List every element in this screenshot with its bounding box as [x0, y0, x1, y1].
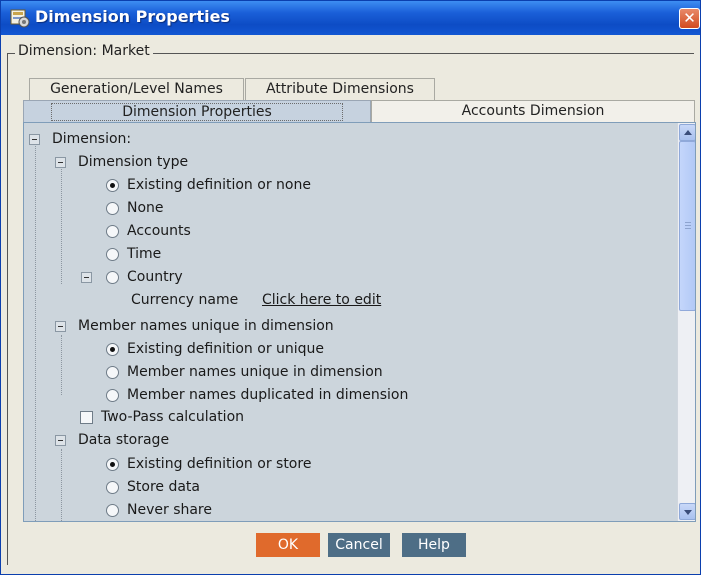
- tree-node-label: Dimension type: [78, 154, 189, 170]
- collapse-icon[interactable]: [55, 157, 66, 168]
- two-pass-checkbox[interactable]: [80, 411, 93, 424]
- chevron-down-icon: [684, 510, 692, 515]
- tree-guide-line: [61, 164, 62, 284]
- close-icon: ✕: [683, 9, 696, 27]
- radio-label: None: [127, 200, 164, 216]
- radio-button[interactable]: [106, 179, 119, 192]
- properties-tree-panel: Dimension: Dimension type Existing defin…: [23, 122, 696, 522]
- radio-label: Never share: [127, 502, 212, 518]
- tab-generation-level-names[interactable]: Generation/Level Names: [29, 78, 244, 100]
- close-button[interactable]: ✕: [679, 8, 700, 29]
- scroll-down-button[interactable]: [679, 503, 695, 520]
- radio-button[interactable]: [106, 271, 119, 284]
- radio-button[interactable]: [106, 481, 119, 494]
- button-bar: OK Cancel Help: [23, 522, 696, 562]
- tree-node-label: Member names unique in dimension: [78, 318, 334, 334]
- grip-icon: [685, 228, 691, 229]
- radio-label: Existing definition or unique: [127, 341, 325, 357]
- currency-edit-link[interactable]: Click here to edit: [262, 289, 381, 311]
- radio-button[interactable]: [106, 248, 119, 261]
- tree-guide-line: [61, 449, 62, 521]
- group-title: Dimension: Market: [15, 43, 153, 59]
- ok-button[interactable]: OK: [256, 533, 320, 557]
- currency-name-label: Currency name: [131, 292, 239, 308]
- tab-attribute-dimensions[interactable]: Attribute Dimensions: [245, 78, 435, 100]
- radio-button[interactable]: [106, 343, 119, 356]
- radio-button[interactable]: [106, 504, 119, 517]
- radio-label: Existing definition or none: [127, 177, 311, 193]
- scroll-thumb[interactable]: [679, 141, 695, 311]
- vertical-scrollbar[interactable]: [677, 123, 695, 521]
- radio-label: Store data: [127, 479, 200, 495]
- tab-dimension-properties-label: Dimension Properties: [51, 103, 343, 121]
- collapse-icon[interactable]: [55, 435, 66, 446]
- collapse-icon[interactable]: [55, 321, 66, 332]
- radio-label: Member names duplicated in dimension: [127, 387, 409, 403]
- title-bar[interactable]: Dimension Properties ✕: [1, 1, 700, 35]
- cancel-button[interactable]: Cancel: [328, 533, 390, 557]
- radio-button[interactable]: [106, 389, 119, 402]
- chevron-up-icon: [684, 130, 692, 135]
- radio-label: Country: [127, 269, 183, 285]
- radio-label: Member names unique in dimension: [127, 364, 383, 380]
- tab-dimension-properties[interactable]: Dimension Properties: [23, 100, 371, 122]
- collapse-icon[interactable]: [29, 134, 40, 145]
- dimension-properties-dialog: Dimension Properties ✕ Dimension: Market…: [0, 0, 701, 575]
- tab-accounts-dimension[interactable]: Accounts Dimension: [371, 100, 695, 122]
- help-button[interactable]: Help: [402, 533, 466, 557]
- tree-guide-line: [61, 335, 62, 395]
- radio-button[interactable]: [106, 225, 119, 238]
- radio-label: Accounts: [127, 223, 191, 239]
- radio-button[interactable]: [106, 366, 119, 379]
- radio-button[interactable]: [106, 458, 119, 471]
- window-title: Dimension Properties: [35, 7, 230, 26]
- collapse-icon[interactable]: [81, 272, 92, 283]
- radio-label: Existing definition or store: [127, 456, 312, 472]
- radio-label: Time: [127, 246, 162, 262]
- tree-node-label: Data storage: [78, 432, 170, 448]
- checkbox-label: Two-Pass calculation: [101, 409, 245, 425]
- radio-button[interactable]: [106, 202, 119, 215]
- scroll-up-button[interactable]: [679, 124, 695, 141]
- grip-icon: [685, 225, 691, 226]
- dimension-properties-icon: [10, 9, 30, 28]
- grip-icon: [685, 222, 691, 223]
- tree-node-label: Dimension:: [52, 131, 132, 147]
- tree-guide-line: [35, 141, 36, 521]
